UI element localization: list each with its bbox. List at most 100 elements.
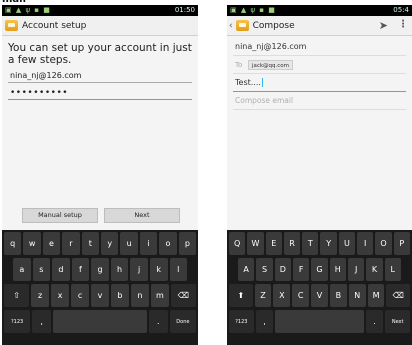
key-m[interactable]: m [150, 284, 169, 307]
key-f[interactable]: F [292, 258, 310, 281]
phone-account-setup: ▣ ▲ ψ ▪ ■ 01:50 Account setup You can se… [2, 5, 198, 345]
key-w[interactable]: w [23, 232, 41, 255]
kb-row-4: ?123 , . Next [228, 309, 411, 334]
key-space[interactable] [275, 310, 364, 333]
key-comma[interactable]: , [255, 310, 274, 333]
text-cursor [261, 78, 263, 87]
setup-buttons: Manual setup Next [22, 208, 180, 223]
backspace-icon[interactable]: ⌫ [170, 284, 196, 307]
key-j[interactable]: J [347, 258, 365, 281]
key-period[interactable]: . [365, 310, 384, 333]
key-p[interactable]: p [178, 232, 197, 255]
key-z[interactable]: z [31, 284, 50, 307]
key-v[interactable]: V [311, 284, 328, 307]
key-s[interactable]: S [256, 258, 273, 281]
key-p[interactable]: P [393, 232, 410, 255]
email-field[interactable]: nina_nj@126.com [8, 69, 192, 83]
key-h[interactable]: H [329, 258, 346, 281]
key-q[interactable]: q [4, 232, 22, 255]
key-y[interactable]: Y [320, 232, 337, 255]
key-f[interactable]: f [71, 258, 90, 281]
key-c[interactable]: C [292, 284, 310, 307]
key-j[interactable]: j [130, 258, 148, 281]
next-button[interactable]: Next [104, 208, 180, 223]
key-q[interactable]: Q [229, 232, 246, 255]
key-x[interactable]: X [273, 284, 291, 307]
body-field[interactable]: Compose email [233, 92, 406, 110]
kb-row-3: ⬆ Z X C V B N M ⌫ [228, 283, 411, 308]
key-l[interactable]: L [384, 258, 401, 281]
key-u[interactable]: u [120, 232, 138, 255]
key-h[interactable]: h [110, 258, 129, 281]
key-o[interactable]: O [375, 232, 392, 255]
subject-field[interactable]: Test.... [233, 74, 406, 92]
key-period[interactable]: . [148, 310, 168, 333]
status-time: 05:4 [393, 6, 409, 14]
phone-compose: ▣ ▲ ψ ▪ ■ 05:4 ‹ Compose ➤ ⋮ nina_nj@126… [227, 5, 412, 345]
backspace-icon[interactable]: ⌫ [386, 284, 411, 307]
key-n[interactable]: n [130, 284, 149, 307]
kb-row-1: Q W E R T Y U I O P [228, 231, 411, 256]
key-t[interactable]: t [81, 232, 100, 255]
key-g[interactable]: g [91, 258, 109, 281]
keyboard: q w e r t y u i o p a s d f g h j k l ⇧ … [2, 230, 198, 345]
email-value: nina_nj@126.com [10, 71, 82, 80]
email-app-icon [5, 20, 18, 31]
key-g[interactable]: G [311, 258, 328, 281]
key-m[interactable]: M [367, 284, 385, 307]
key-space[interactable] [53, 310, 147, 333]
key-c[interactable]: c [71, 284, 89, 307]
key-r[interactable]: r [62, 232, 80, 255]
action-bar-title: Account setup [22, 20, 87, 31]
shift-icon[interactable]: ⬆ [229, 284, 253, 307]
key-i[interactable]: i [139, 232, 158, 255]
key-v[interactable]: v [91, 284, 109, 307]
key-d[interactable]: d [52, 258, 70, 281]
key-k[interactable]: k [149, 258, 168, 281]
key-d[interactable]: D [274, 258, 291, 281]
overflow-menu-icon[interactable]: ⋮ [398, 19, 408, 30]
key-n[interactable]: N [348, 284, 366, 307]
key-y[interactable]: y [101, 232, 119, 255]
status-time: 01:50 [174, 6, 195, 14]
key-x[interactable]: x [51, 284, 70, 307]
key-a[interactable]: A [238, 258, 255, 281]
key-symbols[interactable]: ?123 [4, 310, 31, 333]
key-a[interactable]: a [13, 258, 31, 281]
key-e[interactable]: e [42, 232, 61, 255]
status-icons: ▣ ▲ ψ ▪ ■ [230, 6, 276, 14]
key-done[interactable]: Done [169, 310, 196, 333]
key-s[interactable]: s [32, 258, 51, 281]
shift-icon[interactable]: ⇧ [4, 284, 30, 307]
key-u[interactable]: U [338, 232, 356, 255]
key-o[interactable]: o [159, 232, 177, 255]
action-bar: Account setup [2, 16, 198, 36]
key-comma[interactable]: , [32, 310, 52, 333]
setup-message: You can set up your account in just a fe… [8, 42, 192, 66]
key-w[interactable]: W [247, 232, 264, 255]
key-b[interactable]: b [110, 284, 129, 307]
key-b[interactable]: B [329, 284, 347, 307]
kb-row-2: a s d f g h j k l [3, 257, 197, 282]
from-field[interactable]: nina_nj@126.com [233, 38, 406, 56]
key-e[interactable]: E [265, 232, 282, 255]
kb-row-1: q w e r t y u i o p [3, 231, 197, 256]
key-i[interactable]: I [357, 232, 374, 255]
key-z[interactable]: Z [254, 284, 272, 307]
key-symbols[interactable]: ?123 [229, 310, 254, 333]
email-app-icon[interactable] [235, 20, 249, 31]
kb-row-3: ⇧ z x c v b n m ⌫ [3, 283, 197, 308]
kb-row-2: A S D F G H J K L [228, 257, 411, 282]
send-icon[interactable]: ➤ [379, 19, 388, 32]
subject-value: Test.... [235, 78, 261, 87]
key-r[interactable]: R [283, 232, 301, 255]
back-chevron-icon[interactable]: ‹ [229, 21, 233, 31]
to-field[interactable]: To jack@qq.com [233, 56, 406, 74]
password-field[interactable]: •••••••••• [8, 86, 192, 100]
key-l[interactable]: l [169, 258, 188, 281]
key-t[interactable]: T [302, 232, 319, 255]
key-next[interactable]: Next [385, 310, 411, 333]
recipient-chip[interactable]: jack@qq.com [247, 59, 294, 70]
key-k[interactable]: K [366, 258, 383, 281]
manual-setup-button[interactable]: Manual setup [22, 208, 98, 223]
